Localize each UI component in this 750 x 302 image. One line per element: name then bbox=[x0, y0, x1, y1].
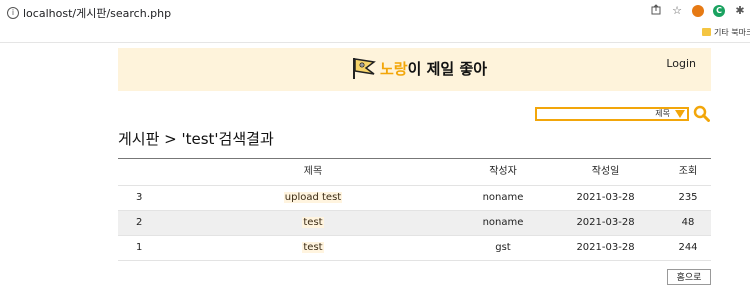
post-views: 235 bbox=[678, 192, 698, 203]
column-views: 조회 bbox=[678, 166, 698, 177]
url-text[interactable]: localhost/게시판/search.php bbox=[23, 5, 171, 21]
post-number: 3 bbox=[136, 192, 143, 203]
post-date: 2021-03-28 bbox=[576, 217, 635, 228]
site-header: 노랑이 제일 좋아 Login bbox=[118, 48, 711, 91]
post-views: 48 bbox=[681, 217, 695, 228]
browser-actions: ☆ C ✱ bbox=[650, 4, 746, 18]
extension-orange-icon[interactable] bbox=[692, 5, 704, 17]
post-title-link[interactable]: test bbox=[302, 242, 324, 253]
post-title-cell: test bbox=[278, 211, 348, 235]
site-title[interactable]: 노랑이 제일 좋아 bbox=[380, 58, 487, 79]
column-author: 작성자 bbox=[489, 166, 517, 177]
search-field[interactable]: 제목 bbox=[535, 107, 689, 121]
post-title-cell: test bbox=[278, 236, 348, 260]
post-author: noname bbox=[482, 192, 524, 203]
table-header: 제목 작성자 작성일 조회 bbox=[118, 159, 711, 186]
dropdown-arrow-icon[interactable] bbox=[675, 110, 685, 118]
post-title-link[interactable]: test bbox=[302, 217, 324, 228]
post-author: gst bbox=[495, 242, 511, 253]
site-title-accent: 노랑 bbox=[380, 60, 408, 78]
board-table: 제목 작성자 작성일 조회 3 upload test noname 2021-… bbox=[118, 158, 711, 261]
share-icon[interactable] bbox=[650, 4, 662, 18]
folder-icon[interactable] bbox=[702, 28, 711, 36]
search-type-select[interactable]: 제목 bbox=[655, 109, 670, 119]
site-title-rest: 이 제일 좋아 bbox=[407, 60, 488, 78]
table-row: 3 upload test noname 2021-03-28 235 bbox=[118, 186, 711, 211]
bookmark-other[interactable]: 기타 북마크 bbox=[714, 27, 750, 38]
puzzle-icon[interactable]: ✱ bbox=[734, 4, 746, 18]
flag-logo-icon[interactable] bbox=[351, 56, 377, 80]
info-icon[interactable]: i bbox=[7, 7, 19, 19]
post-number: 2 bbox=[136, 217, 143, 228]
home-button[interactable]: 홈으로 bbox=[667, 269, 711, 285]
column-date: 작성일 bbox=[591, 166, 620, 177]
column-title: 제목 bbox=[303, 166, 323, 177]
bookmarks-bar: 기타 북마크 bbox=[0, 26, 750, 43]
login-link[interactable]: Login bbox=[666, 57, 696, 70]
post-views: 244 bbox=[678, 242, 698, 253]
search-icon[interactable] bbox=[693, 105, 710, 122]
table-row: 2 test noname 2021-03-28 48 bbox=[118, 211, 711, 236]
post-date: 2021-03-28 bbox=[576, 192, 635, 203]
post-date: 2021-03-28 bbox=[576, 242, 635, 253]
post-number: 1 bbox=[136, 242, 143, 253]
browser-url-bar: i localhost/게시판/search.php ☆ C ✱ bbox=[0, 0, 750, 26]
page-title: 게시판 > 'test'검색결과 bbox=[118, 130, 274, 148]
post-title-cell: upload test bbox=[278, 186, 348, 210]
table-row: 1 test gst 2021-03-28 244 bbox=[118, 236, 711, 261]
extension-green-icon[interactable]: C bbox=[713, 5, 725, 17]
post-author: noname bbox=[482, 217, 524, 228]
star-icon[interactable]: ☆ bbox=[671, 4, 683, 18]
post-title-link[interactable]: upload test bbox=[283, 192, 343, 203]
